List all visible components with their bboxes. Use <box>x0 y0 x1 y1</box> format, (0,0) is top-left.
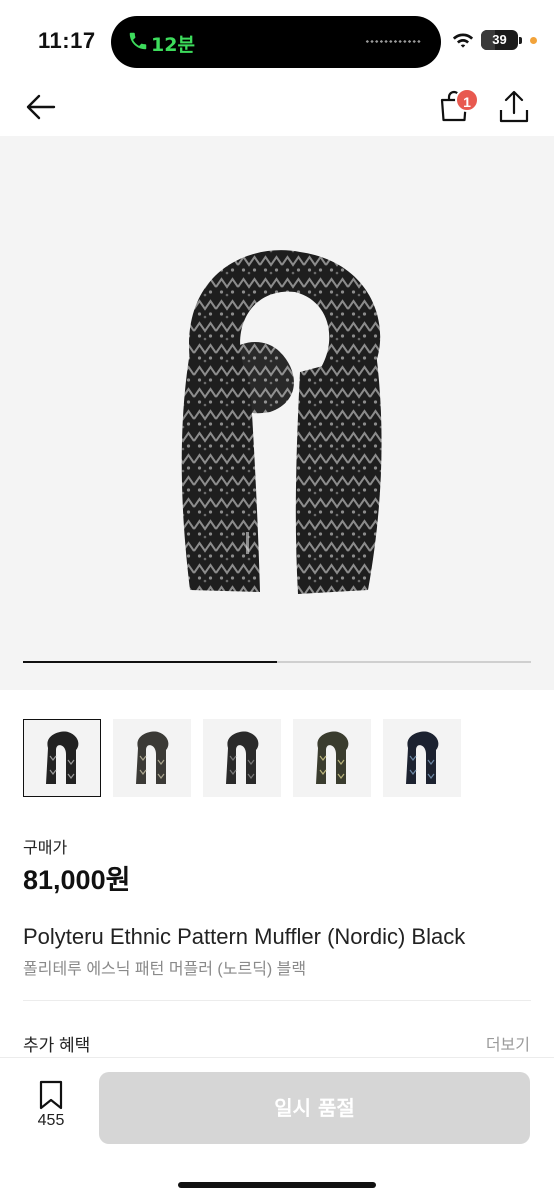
thumbnail-olive[interactable] <box>293 719 371 797</box>
thumbnail-navy-image <box>406 731 439 784</box>
audio-waveform <box>365 40 421 43</box>
thumbnail-olive-image <box>316 731 349 784</box>
product-image-carousel[interactable] <box>0 136 554 690</box>
wifi-icon <box>452 33 474 48</box>
carousel-progress-fill <box>23 661 277 663</box>
top-navigation: 1 <box>0 80 554 136</box>
battery-percentage: 39 <box>492 32 507 47</box>
thumbnail-black[interactable] <box>23 719 101 797</box>
thumbnail-grey-image <box>226 731 259 784</box>
bottom-action-bar: 455 일시 품절 <box>0 1057 554 1200</box>
additional-benefits-label: 추가 혜택 <box>23 1036 91 1055</box>
bookmark-count: 455 <box>37 1112 65 1129</box>
dynamic-island-call[interactable]: 12분 <box>111 16 441 68</box>
thumbnail-charcoal[interactable] <box>113 719 191 797</box>
carousel-progress-track <box>23 661 531 663</box>
thumbnail-strip <box>23 719 461 797</box>
sold-out-button[interactable]: 일시 품절 <box>99 1072 530 1144</box>
thumbnail-charcoal-image <box>136 731 169 784</box>
product-scarf-image <box>181 250 382 594</box>
home-indicator <box>178 1182 376 1188</box>
thumbnail-navy[interactable] <box>383 719 461 797</box>
phone-icon <box>129 32 147 50</box>
share-icon[interactable] <box>496 88 532 126</box>
call-timer: 12분 <box>151 34 195 56</box>
battery-icon: 39 <box>481 30 522 50</box>
status-time: 11:17 <box>38 28 96 53</box>
thumbnail-grey[interactable] <box>203 719 281 797</box>
back-arrow-icon[interactable] <box>22 88 60 126</box>
price-label: 구매가 <box>23 840 68 857</box>
bookmark-button[interactable]: 455 <box>28 1080 74 1136</box>
product-price: 81,000원 <box>23 865 131 895</box>
product-title-korean: 폴리테루 에스닉 패턴 머플러 (노르딕) 블랙 <box>23 961 307 978</box>
privacy-indicator-dot <box>530 37 537 44</box>
bookmark-icon <box>39 1080 63 1110</box>
section-divider <box>23 1000 531 1001</box>
cart-count-badge: 1 <box>455 88 479 112</box>
status-bar: 11:17 12분 39 <box>0 0 554 80</box>
benefits-more-link[interactable]: 더보기 <box>486 1031 530 1055</box>
thumbnail-black-image <box>46 731 79 784</box>
product-title-english: Polyteru Ethnic Pattern Muffler (Nordic)… <box>23 924 466 949</box>
